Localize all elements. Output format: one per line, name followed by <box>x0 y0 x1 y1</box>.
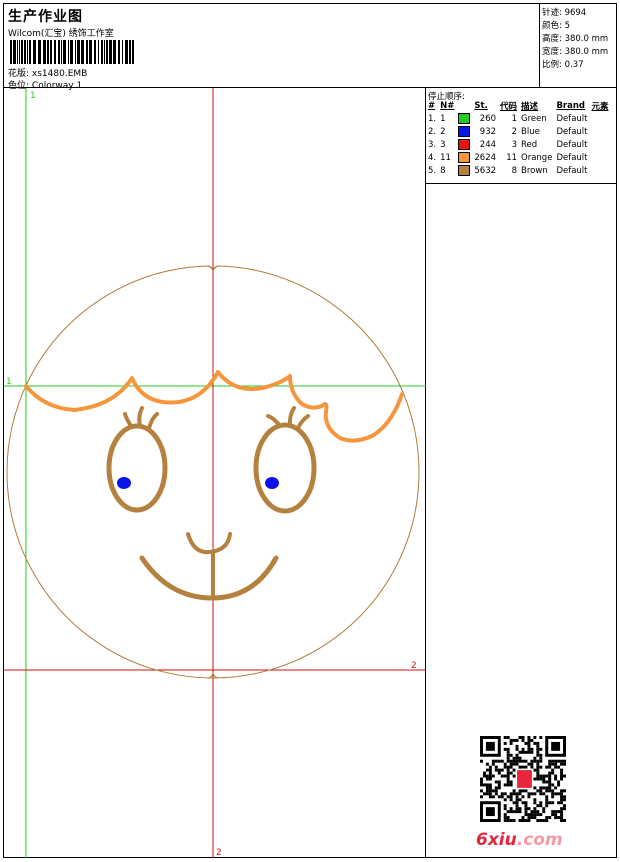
stat-width: 宽度: 380.0 mm <box>542 47 609 57</box>
left-eyelashes <box>123 406 159 430</box>
stats-panel: 针迹: 9694 颜色: 5 高度: 380.0 mm 宽度: 380.0 mm… <box>540 4 616 88</box>
guide-red-vertical-label: 2 <box>216 848 222 858</box>
cell-elem <box>590 164 611 177</box>
cell-st: 932 <box>479 126 497 137</box>
barcode-image <box>10 40 134 64</box>
left-eye <box>106 423 168 513</box>
stat-stitches: 针迹: 9694 <box>542 8 587 18</box>
cell-st: 5632 <box>474 165 497 176</box>
header-panel: 生产作业图 Wilcom(汇宝) 绣饰工作室 花版: xs1480.EMB 色位… <box>4 4 540 91</box>
color-swatch <box>456 164 472 177</box>
cell-code: 11 <box>506 152 518 163</box>
cell-nn: 8 <box>440 165 446 176</box>
cell-brand: Default <box>556 126 588 137</box>
cell-desc: Blue <box>521 126 540 137</box>
stat-height: 高度: 380.0 mm <box>542 34 609 44</box>
sidebar-panel: 停止顺序: # N# St. 代码 描述 Brand 元素 1. 1 260 1 Gre… <box>426 88 616 858</box>
site-logo: 6xiu.com <box>476 830 563 850</box>
cell-nn: 3 <box>440 139 446 150</box>
cell-n: 3. <box>428 139 437 150</box>
cell-code: 8 <box>511 165 518 176</box>
cell-n: 5. <box>428 165 437 176</box>
cell-brand: Default <box>556 165 588 176</box>
qr-code-image <box>480 736 566 822</box>
cell-elem <box>590 138 611 151</box>
left-pupil <box>117 477 131 489</box>
mouth <box>139 555 279 601</box>
cell-nn: 1 <box>440 113 446 124</box>
cell-nn: 11 <box>440 152 451 163</box>
header-subtitle: Wilcom(汇宝) 绣饰工作室 <box>8 29 114 39</box>
right-eyelashes <box>266 406 310 430</box>
stop-sequence-panel: 停止顺序: # N# St. 代码 描述 Brand 元素 1. 1 260 1 Gre… <box>426 88 616 184</box>
table-row[interactable]: 5. 8 5632 8 Brown Default <box>426 164 611 177</box>
right-eye <box>253 422 317 514</box>
cell-code: 3 <box>511 139 518 150</box>
table-row[interactable]: 4. 11 2624 11 Orange Default <box>426 151 611 164</box>
color-swatch <box>456 125 472 138</box>
cell-st: 260 <box>479 113 497 124</box>
cell-n: 1. <box>428 113 437 124</box>
cell-st: 2624 <box>474 152 497 163</box>
stat-scale: 比例: 0.37 <box>542 60 584 70</box>
table-row[interactable]: 3. 3 244 3 Red Default <box>426 138 611 151</box>
guide-green-vertical-label: 1 <box>30 91 36 101</box>
cell-elem <box>590 151 611 164</box>
hair-outline <box>24 370 404 443</box>
table-row[interactable]: 2. 2 932 2 Blue Default <box>426 125 611 138</box>
cell-desc: Green <box>521 113 547 124</box>
embroidery-preview: 1 1 2 2 <box>4 88 426 858</box>
cell-n: 4. <box>428 152 437 163</box>
color-swatch <box>456 138 472 151</box>
color-swatch <box>456 151 472 164</box>
cell-brand: Default <box>556 152 588 163</box>
cell-desc: Orange <box>521 152 553 163</box>
cell-elem <box>590 112 611 125</box>
guide-red-horizontal-label: 2 <box>411 661 417 671</box>
table-header-row: # N# St. 代码 描述 Brand 元素 <box>428 101 609 112</box>
page-title: 生产作业图 <box>8 9 83 25</box>
right-pupil <box>265 477 279 489</box>
nose <box>186 532 232 555</box>
cell-n: 2. <box>428 126 437 137</box>
cell-nn: 2 <box>440 126 446 137</box>
cell-code: 2 <box>511 126 518 137</box>
stat-colors: 颜色: 5 <box>542 21 570 31</box>
stop-sequence-table: # N# St. 代码 描述 Brand 元素 1. 1 260 1 Green Defa… <box>426 100 611 177</box>
cell-brand: Default <box>556 139 588 150</box>
cell-brand: Default <box>556 113 588 124</box>
color-swatch <box>456 112 472 125</box>
cell-elem <box>590 125 611 138</box>
design-canvas[interactable]: 1 1 2 2 <box>4 88 426 858</box>
cell-desc: Brown <box>521 165 548 176</box>
table-row[interactable]: 1. 1 260 1 Green Default <box>426 112 611 125</box>
guide-green-horizontal-label: 1 <box>6 377 12 387</box>
cell-desc: Red <box>521 139 538 150</box>
cell-code: 1 <box>511 113 518 124</box>
cell-st: 244 <box>479 139 497 150</box>
